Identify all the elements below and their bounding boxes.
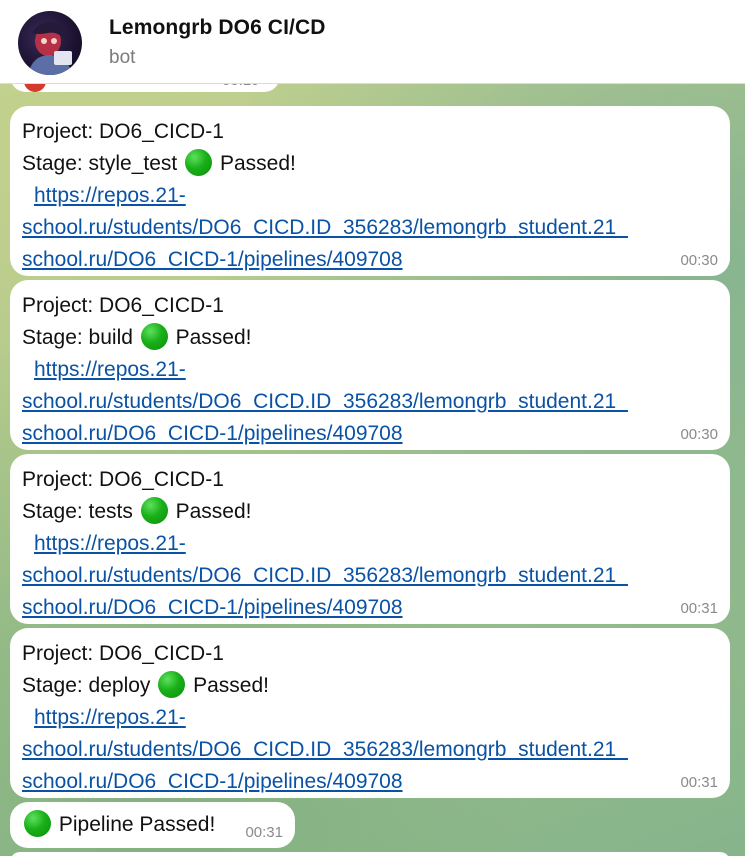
pipeline-status-text: Pipeline Passed!: [58, 813, 216, 836]
stage-line: Stage: tests Passed!: [22, 496, 714, 528]
message-time: 00:31: [680, 600, 718, 617]
stage-label: Stage: style_test: [22, 152, 178, 175]
pipeline-link[interactable]: school.ru/DO6_CICD-1/pipelines/409708: [22, 766, 714, 798]
chat-subtitle: bot: [109, 47, 136, 68]
message-time: 00:30: [680, 252, 718, 269]
message-bubble-style-test[interactable]: Project: DO6_CICD-1 Stage: style_test Pa…: [10, 106, 730, 276]
message-time: 00:30: [680, 426, 718, 443]
passed-status-icon: [140, 497, 168, 524]
avatar[interactable]: [18, 11, 82, 75]
pipeline-link[interactable]: https://repos.21-: [22, 528, 714, 560]
project-line: Project: DO6_CICD-1: [22, 120, 224, 143]
stage-line: Stage: style_test Passed!: [22, 148, 714, 180]
stage-status: Passed!: [219, 152, 296, 175]
passed-status-icon: [158, 671, 186, 698]
stage-label: Stage: deploy: [22, 674, 151, 697]
passed-status-icon: [24, 810, 51, 837]
stage-label: Stage: build: [22, 326, 133, 349]
stage-status: Passed!: [193, 674, 270, 697]
chat-header[interactable]: Lemongrb DO6 CI/CD bot: [0, 0, 745, 84]
avatar-illustration-icon: [28, 22, 72, 75]
pipeline-link[interactable]: school.ru/students/DO6_CICD.ID_356283/le…: [22, 212, 714, 244]
stage-line: Stage: build Passed!: [22, 322, 714, 354]
pipeline-link[interactable]: https://repos.21-: [22, 702, 714, 734]
pipeline-link[interactable]: school.ru/students/DO6_CICD.ID_356283/le…: [22, 734, 714, 766]
pipeline-link[interactable]: school.ru/students/DO6_CICD.ID_356283/le…: [22, 560, 714, 592]
stage-line: Stage: deploy Passed!: [22, 670, 714, 702]
message-bubble-tests[interactable]: Project: DO6_CICD-1 Stage: tests Passed!…: [10, 454, 730, 624]
stage-status: Passed!: [175, 326, 252, 349]
pipeline-link[interactable]: school.ru/DO6_CICD-1/pipelines/409708: [22, 418, 714, 450]
stage-status: Passed!: [175, 500, 252, 523]
project-line: Project: DO6_CICD-1: [22, 642, 224, 665]
message-bubble-deploy[interactable]: Project: DO6_CICD-1 Stage: deploy Passed…: [10, 628, 730, 798]
passed-status-icon: [140, 323, 168, 350]
pipeline-link[interactable]: school.ru/DO6_CICD-1/pipelines/409708: [22, 592, 714, 624]
pipeline-link[interactable]: school.ru/DO6_CICD-1/pipelines/409708: [22, 244, 714, 276]
next-message-bubble-edge: [10, 852, 730, 856]
pipeline-link[interactable]: https://repos.21-: [22, 180, 714, 212]
project-line: Project: DO6_CICD-1: [22, 294, 224, 317]
message-bubble-build[interactable]: Project: DO6_CICD-1 Stage: build Passed!…: [10, 280, 730, 450]
pipeline-link[interactable]: https://repos.21-: [22, 354, 714, 386]
message-bubble-pipeline-summary[interactable]: Pipeline Passed! 00:31: [10, 802, 295, 848]
stage-label: Stage: tests: [22, 500, 133, 523]
pipeline-link[interactable]: school.ru/students/DO6_CICD.ID_356283/le…: [22, 386, 714, 418]
message-time: 00:31: [680, 774, 718, 791]
project-line: Project: DO6_CICD-1: [22, 468, 224, 491]
chat-title[interactable]: Lemongrb DO6 CI/CD: [109, 16, 325, 40]
message-time: 00:31: [245, 824, 283, 841]
passed-status-icon: [185, 149, 213, 176]
